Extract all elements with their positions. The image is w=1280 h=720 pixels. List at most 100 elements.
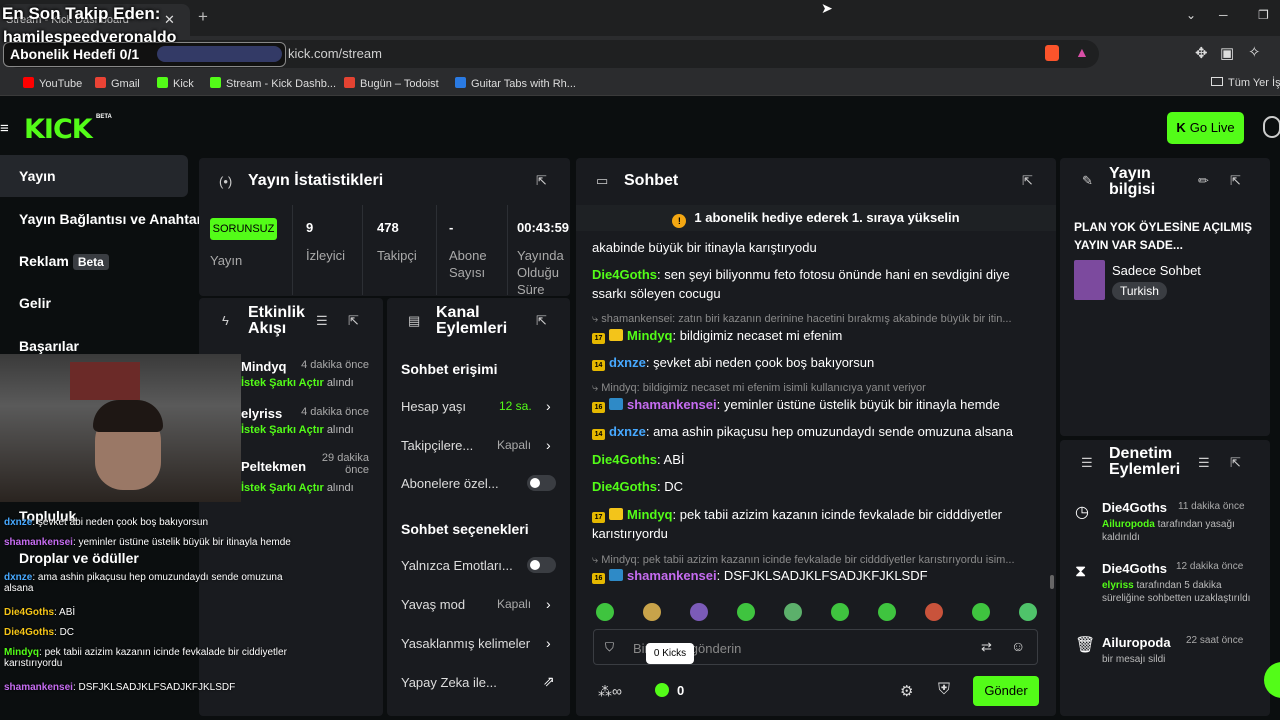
chat-username[interactable]: Mindyq [627,328,673,343]
chevron-right-icon[interactable]: › [546,596,551,612]
divider [436,205,437,295]
chat-username[interactable]: shamankensei [627,397,717,412]
points-count: 0 [677,683,685,698]
menu-icon[interactable]: ≡ [0,120,9,137]
sub-badge-icon: 14 [592,360,605,371]
extensions-icon[interactable]: ✥ [1195,44,1208,62]
stats-title: Yayın İstatistikleri [248,172,384,189]
uptime-label: Yayında Olduğu Süre [517,248,564,295]
chevron-right-icon[interactable]: › [546,398,551,414]
status-label: Yayın [210,253,243,268]
tab-search-icon[interactable]: ⌄ [1186,8,1196,22]
emote-icon[interactable] [690,603,708,621]
divider [362,205,363,295]
guitar-tabs-icon [455,77,466,88]
popout-icon[interactable]: ⇱ [348,313,359,329]
subscribers-only-toggle[interactable] [527,475,556,491]
sidebar-item-revenue[interactable]: Gelir [19,295,51,311]
emote-icon[interactable] [925,603,943,621]
popout-icon[interactable]: ⇱ [536,173,547,189]
category-name[interactable]: Sadece Sohbet [1112,263,1201,278]
youtube-icon [23,77,34,88]
mod-time: 22 saat önce [1186,635,1244,646]
popout-icon[interactable]: ⇱ [1230,173,1241,189]
edit-icon[interactable]: ✏ [1198,173,1209,189]
popout-icon[interactable]: ⇱ [536,313,547,329]
bookmark-all[interactable]: Tüm Yer İş [1211,77,1280,89]
ai-moderation-row[interactable]: Yapay Zeka ile... [401,675,497,690]
emote-icon[interactable] [596,603,614,621]
brave-shield-icon[interactable] [1045,45,1059,61]
bookmark-guitar-tabs[interactable]: Guitar Tabs with Rh... [455,77,576,90]
emote-icon[interactable] [878,603,896,621]
translate-icon[interactable]: ⇄ [981,639,992,655]
chat-scrollbar[interactable] [1050,575,1054,589]
bookmark-kick[interactable]: Kick [157,77,194,90]
mod-tools-icon[interactable]: ⛨ [938,681,950,699]
settings-icon[interactable]: ⚙ [900,682,913,700]
emotes-only-row: Yalnızca Emotları... [401,558,513,573]
gmail-icon [95,77,106,88]
activity-desc: İstek Şarkı Açtır alındı [241,482,354,494]
slow-mode-value: Kapalı [497,597,532,611]
popout-icon[interactable]: ⇱ [1230,455,1241,471]
emote-icon[interactable] [972,603,990,621]
lightning-icon: ϟ [222,313,229,328]
chevron-right-icon[interactable]: › [546,635,551,651]
pinned-message[interactable]: ! 1 abonelik hediye ederek 1. sıraya yüks… [576,205,1056,231]
popout-icon[interactable]: ⇱ [1022,173,1033,189]
maximize-icon[interactable]: ❐ [1258,8,1269,22]
chat-username[interactable]: shamankensei [627,568,717,583]
chat-username[interactable]: Die4Goths [592,452,657,467]
sidebar-item-ads[interactable]: Reklam Beta [19,253,109,270]
broadcast-icon: (•) [219,174,233,189]
followers-only-row[interactable]: Takipçilere... [401,438,473,453]
sub-badge-icon: 16 [592,573,605,584]
emotes-only-toggle[interactable] [527,557,556,573]
new-tab-icon[interactable]: + [198,7,208,27]
emote-icon[interactable] [831,603,849,621]
rewards-icon[interactable]: ▲ [1075,44,1089,60]
go-live-button[interactable]: K Go Live [1167,112,1244,144]
beta-badge: Beta [72,254,109,270]
send-button[interactable]: Gönder [973,676,1039,706]
banned-words-row[interactable]: Yasaklanmış kelimeler [401,636,530,651]
chat-username[interactable]: dxnze [609,424,646,439]
minimize-icon[interactable]: ─ [1219,8,1228,22]
external-link-icon[interactable]: ⇗ [543,673,555,690]
emote-icon[interactable] [643,603,661,621]
clock-icon: ◷ [1075,504,1089,521]
chat-access-heading: Sohbet erişimi [401,361,498,377]
chat-username[interactable]: dxnze [609,355,646,370]
chat-username[interactable]: Mindyq [627,507,673,522]
bookmark-stream[interactable]: Stream - Kick Dashb... [210,77,336,90]
bookmark-todoist[interactable]: Bugün – Todoist [344,77,439,90]
hourglass-icon: ⧗ [1075,563,1087,580]
chevron-right-icon[interactable]: › [546,437,551,453]
sidebar-item-achievements[interactable]: Başarılar [19,338,79,354]
filter-icon[interactable]: ☰ [1198,455,1210,471]
kick-logo[interactable]: KICK [24,114,93,145]
slow-mode-row[interactable]: Yavaş mod [401,597,465,612]
coin-icon: ! [672,214,687,228]
emote-icon[interactable] [784,603,802,621]
overlay-chat-line: dxnze: ama ashin pikaçusu hep omuzundayd… [4,572,283,594]
ai-assist-icon[interactable]: ✧ [1248,43,1261,61]
browser-tab-bar [0,0,1280,36]
account-age-row[interactable]: Hesap yaşı [401,399,466,414]
filter-icon[interactable]: ☰ [316,313,328,329]
sidebar-toggle-icon[interactable]: ▣ [1220,44,1234,62]
emote-icon[interactable] [1019,603,1037,621]
bookmark-youtube[interactable]: YouTube [23,77,82,90]
emote-icon[interactable] [737,603,755,621]
chat-username[interactable]: Die4Goths [592,267,657,282]
url-text[interactable]: kick.com/stream [288,46,382,61]
sidebar-item-stream[interactable]: Yayın [19,168,56,184]
sidebar-item-stream-key[interactable]: Yayın Bağlantısı ve Anahtar [19,211,202,227]
close-tab-icon[interactable]: ✕ [164,12,175,28]
emoji-icon[interactable]: ☺ [1011,638,1025,654]
bookmark-gmail[interactable]: Gmail [95,77,140,90]
avatar[interactable] [1263,116,1280,138]
chat-username[interactable]: Die4Goths [592,479,657,494]
kicks-icon[interactable]: ⁂∞ [598,683,622,700]
